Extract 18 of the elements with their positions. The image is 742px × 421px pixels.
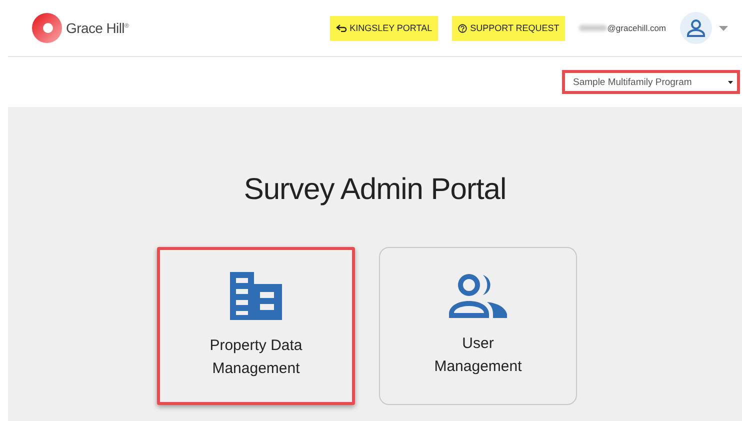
blurred-text [579,25,608,31]
building-icon [230,272,282,320]
portal-button[interactable]: KINGSLEY PORTAL [330,16,438,40]
caret-icon[interactable] [719,26,728,30]
user-email: @gracehill.com [607,23,666,33]
caret-icon [728,80,733,84]
portal-button[interactable]: SUPPORT REQUEST [452,16,566,40]
users-icon [449,274,507,318]
help-icon [458,24,468,32]
person-icon [687,19,705,37]
portal-card[interactable]: User Management [379,247,577,405]
program-select[interactable]: Sample Multifamily Program [562,70,740,94]
page-title: Survey Admin Portal [244,173,506,207]
logo-icon [32,13,62,43]
logo-text: Grace Hill$^{®}$ [66,20,129,36]
portal-card[interactable]: Property Data Management [157,247,355,405]
avatar-button[interactable] [680,12,712,44]
return-arrow-icon [336,24,347,32]
